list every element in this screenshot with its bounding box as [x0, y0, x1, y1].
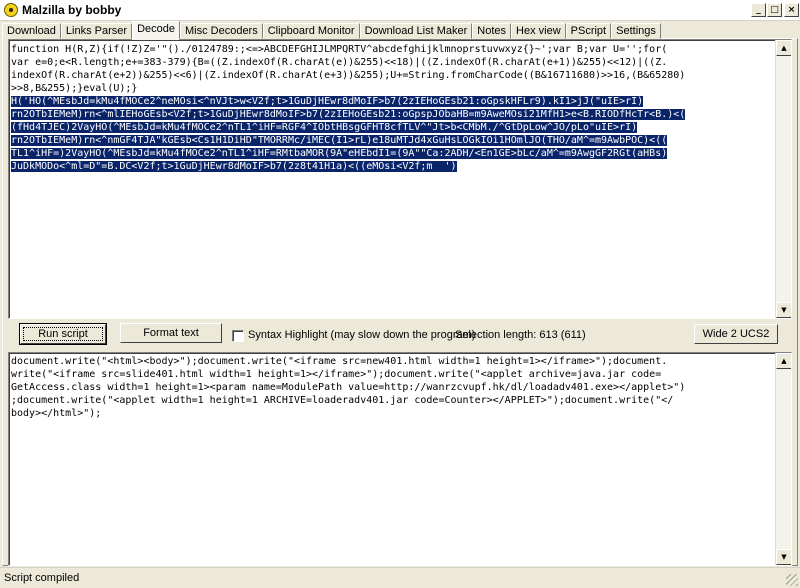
- status-text: Script compiled: [4, 572, 80, 584]
- tab-clipboard-monitor[interactable]: Clipboard Monitor: [262, 23, 360, 39]
- resize-grip-icon[interactable]: [786, 574, 798, 586]
- wide-2-ucs2-button[interactable]: Wide 2 UCS2: [694, 324, 778, 344]
- syntax-highlight-checkbox[interactable]: [232, 330, 244, 342]
- maximize-button[interactable]: □: [767, 3, 782, 17]
- tab-hex-view[interactable]: Hex view: [511, 23, 566, 39]
- tab-notes[interactable]: Notes: [472, 23, 512, 39]
- script-editor[interactable]: function H(R,Z){if(!Z)Z='"()./0124789:;<…: [8, 39, 792, 319]
- output-editor[interactable]: document.write("<html><body>");document.…: [8, 352, 792, 566]
- arrow-down-icon[interactable]: ▼: [776, 302, 791, 318]
- tab-misc-decoders[interactable]: Misc Decoders: [179, 23, 263, 39]
- output-text: document.write("<html><body>");document.…: [11, 356, 686, 419]
- script-text: function H(R,Z){if(!Z)Z='"()./0124789:;<…: [11, 43, 773, 173]
- tab-download-list-maker[interactable]: Download List Maker: [359, 23, 473, 39]
- window-title: Malzilla by bobby: [22, 3, 122, 17]
- tab-strip: Download Links Parser Decode Misc Decode…: [2, 21, 661, 40]
- tab-links-parser[interactable]: Links Parser: [60, 23, 133, 39]
- script-selected-text: H('HO(^MEsbJd=kMu4fMOCe2^neMOsi<^nVJt>w<…: [11, 96, 686, 172]
- output-scrollbar[interactable]: ▲ ▼: [775, 353, 791, 565]
- tab-decode[interactable]: Decode: [132, 21, 180, 40]
- close-button[interactable]: ×: [784, 3, 799, 17]
- biohazard-icon: [4, 3, 18, 17]
- title-bar: Malzilla by bobby _ □ ×: [0, 0, 800, 21]
- minimize-button[interactable]: _: [751, 3, 766, 17]
- arrow-up-icon[interactable]: ▲: [776, 353, 791, 369]
- format-text-button[interactable]: Format text: [120, 323, 222, 343]
- arrow-down-icon[interactable]: ▼: [776, 549, 791, 565]
- tab-pscript[interactable]: PScript: [565, 23, 612, 39]
- syntax-highlight-label: Syntax Highlight (may slow down the prog…: [248, 329, 476, 341]
- selection-length: Selection length: 613 (611): [455, 329, 586, 341]
- script-scrollbar[interactable]: ▲ ▼: [775, 40, 791, 318]
- tab-download[interactable]: Download: [2, 23, 61, 39]
- status-bar: Script compiled: [0, 567, 800, 588]
- arrow-up-icon[interactable]: ▲: [776, 40, 791, 56]
- tab-settings[interactable]: Settings: [611, 23, 661, 39]
- script-plain-text: function H(R,Z){if(!Z)Z='"()./0124789:;<…: [11, 44, 686, 94]
- run-script-button[interactable]: Run script: [20, 324, 106, 344]
